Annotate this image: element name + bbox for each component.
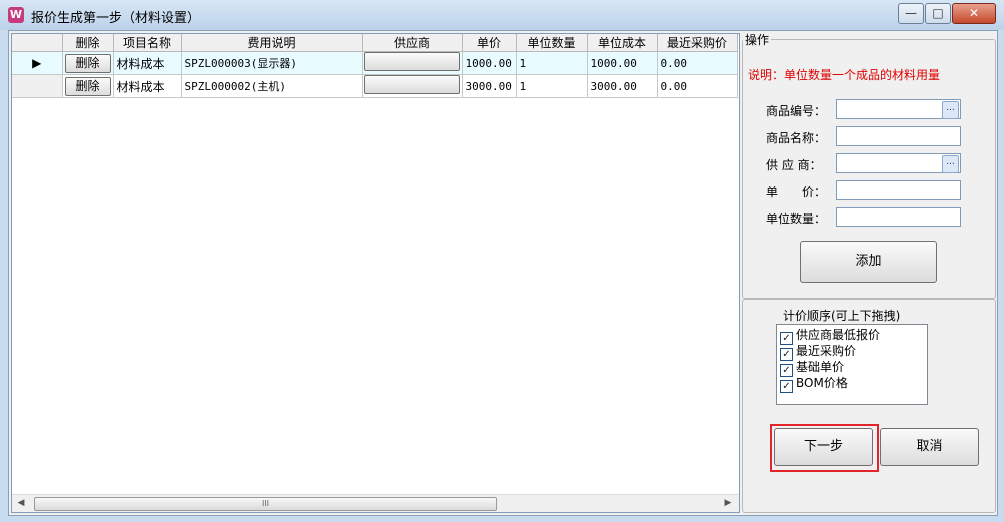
pricing-order-title: 计价顺序(可上下拖拽) <box>781 307 903 324</box>
operation-group-title: 操作 <box>743 31 772 48</box>
pricing-order-item[interactable]: ✓ 最近采购价 <box>777 343 927 361</box>
unit-qty-note: 说明：单位数量一个成品的材料用量 <box>748 68 941 82</box>
unit-qty-cell[interactable]: 1 <box>516 51 588 75</box>
next-step-button[interactable]: 下一步 <box>774 428 873 466</box>
unit-price-label: 单 价： <box>766 185 827 199</box>
minimize-button[interactable]: — <box>898 3 924 24</box>
current-row-marker-icon: ▶ <box>32 56 42 70</box>
supplier-label: 供 应 商： <box>766 158 822 172</box>
delete-row-button[interactable]: 删除 <box>64 76 111 96</box>
close-button[interactable]: ✕ <box>952 3 996 24</box>
dialog-body: 删除 项目名称 费用说明 供应商 单价 单位数量 单位成本 最近采购价 ▶ 删除… <box>8 30 998 516</box>
pricing-order-item[interactable]: ✓ BOM价格 <box>777 375 927 393</box>
column-header[interactable]: 供应商 <box>362 34 463 52</box>
item-name-cell[interactable]: 材料成本 <box>113 74 182 98</box>
horizontal-scrollbar[interactable]: ◀ III ▶ <box>12 494 739 512</box>
recent-price-cell[interactable]: 0.00 <box>657 51 738 75</box>
title-bar: W 报价生成第一步（材料设置） — □ ✕ <box>0 0 1004 30</box>
grip-icon: III <box>261 499 270 508</box>
unit-price-cell[interactable]: 3000.00 <box>462 74 517 98</box>
window-title: 报价生成第一步（材料设置） <box>31 11 201 26</box>
column-header[interactable]: 删除 <box>62 34 114 52</box>
product-code-browse-button[interactable]: ... <box>942 101 959 119</box>
app-icon: W <box>8 7 24 23</box>
unit-price-field[interactable] <box>836 180 961 200</box>
row-header-corner <box>12 34 63 52</box>
unit-qty-label: 单位数量： <box>766 212 827 226</box>
supplier-select-button[interactable] <box>364 75 460 94</box>
scrollbar-thumb[interactable]: III <box>34 497 497 511</box>
product-name-field[interactable] <box>836 126 961 146</box>
pricing-order-item-label: 最近采购价 <box>796 344 857 358</box>
column-header[interactable]: 单价 <box>462 34 517 52</box>
product-name-label: 商品名称： <box>766 131 827 145</box>
pricing-order-item-label: 基础单价 <box>796 360 845 374</box>
pricing-order-item-label: 供应商最低报价 <box>796 328 881 342</box>
delete-cell: 删除 <box>62 51 114 75</box>
maximize-button[interactable]: □ <box>925 3 951 24</box>
scroll-right-icon[interactable]: ▶ <box>723 498 733 508</box>
description-cell[interactable]: SPZL000002(主机) <box>181 74 363 98</box>
pricing-order-item[interactable]: ✓ 供应商最低报价 <box>777 327 927 345</box>
unit-qty-cell[interactable]: 1 <box>516 74 588 98</box>
row-selector[interactable] <box>12 74 63 98</box>
add-button[interactable]: 添加 <box>800 241 937 283</box>
table-header-row: 删除 项目名称 费用说明 供应商 单价 单位数量 单位成本 最近采购价 <box>12 34 738 52</box>
supplier-cell <box>362 74 463 98</box>
pricing-order-list[interactable]: ✓ 供应商最低报价 ✓ 最近采购价 ✓ 基础单价 ✓ BOM价格 <box>776 324 928 405</box>
materials-table: 删除 项目名称 费用说明 供应商 单价 单位数量 单位成本 最近采购价 ▶ 删除… <box>12 34 738 98</box>
delete-row-button[interactable]: 删除 <box>64 53 111 73</box>
recent-price-cell[interactable]: 0.00 <box>657 74 738 98</box>
row-selector[interactable]: ▶ <box>12 51 63 75</box>
unit-cost-cell[interactable]: 1000.00 <box>587 51 658 75</box>
supplier-cell <box>362 51 463 75</box>
scroll-left-icon[interactable]: ◀ <box>16 498 26 508</box>
pricing-order-item[interactable]: ✓ 基础单价 <box>777 359 927 377</box>
item-name-cell[interactable]: 材料成本 <box>113 51 182 75</box>
product-code-label: 商品编号： <box>766 104 827 118</box>
checkbox-checked-icon[interactable]: ✓ <box>780 380 793 393</box>
unit-price-cell[interactable]: 1000.00 <box>462 51 517 75</box>
table-row[interactable]: 删除 材料成本 SPZL000002(主机) 3000.00 1 3000.00… <box>12 74 738 98</box>
cancel-button[interactable]: 取消 <box>880 428 979 466</box>
column-header[interactable]: 项目名称 <box>113 34 182 52</box>
supplier-browse-button[interactable]: ... <box>942 155 959 173</box>
table-row[interactable]: ▶ 删除 材料成本 SPZL000003(显示器) 1000.00 1 1000… <box>12 51 738 75</box>
product-code-field[interactable]: ... <box>836 99 961 119</box>
column-header[interactable]: 最近采购价 <box>657 34 738 52</box>
pricing-order-item-label: BOM价格 <box>796 376 848 390</box>
column-header[interactable]: 费用说明 <box>181 34 363 52</box>
unit-qty-field[interactable] <box>836 207 961 227</box>
supplier-field[interactable]: ... <box>836 153 961 173</box>
supplier-select-button[interactable] <box>364 52 460 71</box>
description-cell[interactable]: SPZL000003(显示器) <box>181 51 363 75</box>
column-header[interactable]: 单位数量 <box>516 34 588 52</box>
delete-cell: 删除 <box>62 74 114 98</box>
materials-grid: 删除 项目名称 费用说明 供应商 单价 单位数量 单位成本 最近采购价 ▶ 删除… <box>11 33 740 513</box>
unit-cost-cell[interactable]: 3000.00 <box>587 74 658 98</box>
column-header[interactable]: 单位成本 <box>587 34 658 52</box>
